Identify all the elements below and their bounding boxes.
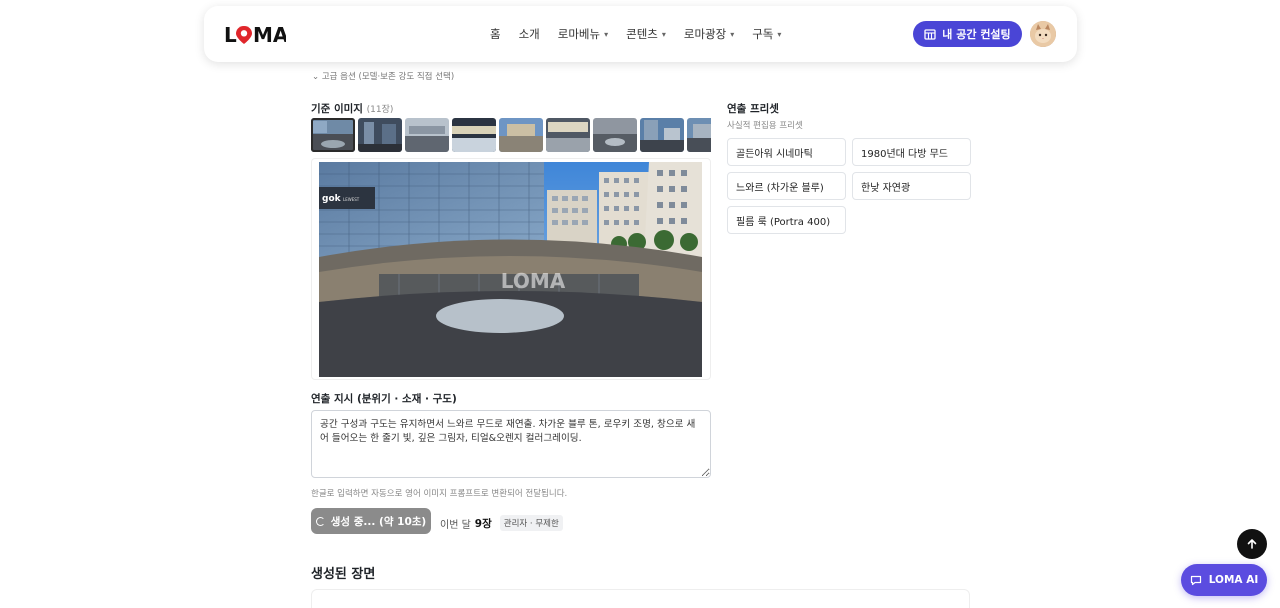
thumbnail-image [499,118,543,152]
advanced-options-toggle[interactable]: ⌄ 고급 옵션 (모델·보존 강도 직접 선택) [312,70,454,82]
nav-loma-venue[interactable]: 로마베뉴 ▾ [558,26,608,42]
nav-loma-plaza[interactable]: 로마광장 ▾ [684,26,734,42]
instruction-hint: 한글로 입력하면 자동으로 영어 이미지 프롬프트로 변환되어 전달됩니다. [311,489,568,499]
thumbnail-image [358,118,402,152]
reference-thumbnail[interactable] [499,118,543,152]
scroll-to-top-button[interactable] [1237,529,1267,559]
thumbnail-image [593,118,637,152]
loma-ai-button[interactable]: LOMA AI [1181,564,1267,596]
reference-thumbnail-strip [311,118,711,152]
reference-thumbnail[interactable] [405,118,449,152]
admin-unlimited-badge: 관리자 · 무제한 [499,515,563,531]
main-nav: 홈 소개 로마베뉴 ▾ 콘텐츠 ▾ 로마광장 ▾ 구독 ▾ [490,6,781,62]
thumbnail-image [452,118,496,152]
preset-noir-blue[interactable]: 느와르 (차가운 블루) [727,172,846,200]
preset-1980s-dabang[interactable]: 1980년대 다방 무드 [852,138,971,166]
thumbnail-image [687,118,711,152]
chevron-down-icon: ▾ [661,29,666,39]
svg-text:LOMA: LOMA [501,269,566,293]
generate-button[interactable]: 생성 중... (약 10초) [311,508,431,534]
generated-scenes-title: 생성된 장면 [311,567,376,582]
user-avatar[interactable] [1030,21,1056,47]
generated-scenes-panel [311,589,970,608]
presets-subtitle: 사실적 편집용 프리셋 [727,121,803,131]
preset-film-portra[interactable]: 필름 룩 (Portra 400) [727,206,846,234]
reference-thumbnail[interactable] [593,118,637,152]
reference-thumbnail[interactable] [358,118,402,152]
plaza-photo: gok LEWEST LOMA [319,162,702,377]
nav-home[interactable]: 홈 [490,26,501,42]
svg-text:LEWEST: LEWEST [343,197,360,202]
top-navigation-bar: L MA 홈 소개 로마베뉴 ▾ 콘텐츠 ▾ 로마광장 ▾ 구독 ▾ 내 공간 컨설팅 [204,6,1077,62]
nav-subscribe[interactable]: 구독 ▾ [752,26,781,42]
chevron-down-icon: ▾ [777,29,782,39]
preset-midday-natural[interactable]: 한낮 자연광 [852,172,971,200]
instruction-textarea[interactable]: 공간 구성과 구도는 유지하면서 느와르 무드로 재연출. 차가운 블루 톤, … [311,410,711,478]
reference-thumbnail[interactable] [640,118,684,152]
presets-title: 연출 프리셋 [727,103,779,115]
preset-golden-hour[interactable]: 골든아워 시네마틱 [727,138,846,166]
arrow-up-icon [1247,539,1257,549]
cat-avatar-image [1030,21,1056,47]
preset-grid: 골든아워 시네마틱 1980년대 다방 무드 느와르 (차가운 블루) 한낮 자… [727,138,971,234]
chevron-down-icon: ▾ [730,29,735,39]
thumbnail-image [405,118,449,152]
reference-thumbnail[interactable] [546,118,590,152]
instruction-title: 연출 지시 (분위기 · 소재 · 구도) [311,393,457,405]
reference-thumbnail[interactable] [452,118,496,152]
monthly-usage: 이번 달 9장 관리자 · 무제한 [440,515,563,531]
chat-bubble-icon [1190,575,1201,585]
svg-text:gok: gok [322,194,342,204]
thumbnail-image [546,118,590,152]
nav-about[interactable]: 소개 [519,26,540,42]
svg-text:MA: MA [253,23,286,45]
chevron-down-icon: ▾ [604,29,609,39]
reference-thumbnail[interactable] [687,118,711,152]
loma-logo-mark: L MA [224,23,286,45]
loading-spinner-icon [315,516,325,526]
reference-thumbnail[interactable] [311,118,355,152]
svg-text:L: L [224,23,237,45]
my-space-consulting-button[interactable]: 내 공간 컨설팅 [913,21,1022,47]
thumbnail-image [311,118,355,152]
thumbnail-image [640,118,684,152]
loma-logo[interactable]: L MA [224,22,286,46]
building-icon [924,28,936,40]
main-preview-image: gok LEWEST LOMA [319,162,702,377]
reference-images-title: 기준 이미지 (11장) [311,103,394,115]
nav-contents[interactable]: 콘텐츠 ▾ [626,26,666,42]
